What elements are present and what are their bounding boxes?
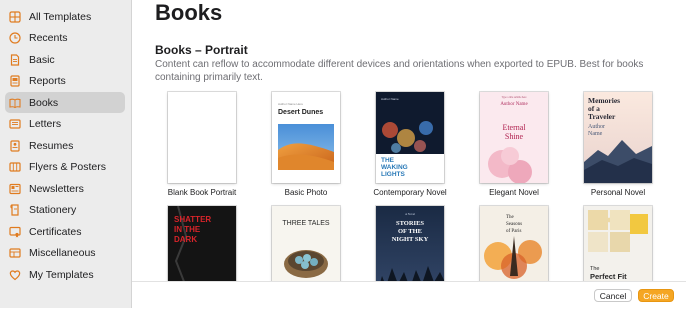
book-icon xyxy=(9,97,21,109)
sidebar-item-letters[interactable]: Letters xyxy=(5,113,125,134)
newsletter-icon xyxy=(9,183,21,195)
sidebar-item-label: All Templates xyxy=(29,10,92,23)
cover-kicker: A Novel xyxy=(405,212,415,216)
sidebar-item-label: Letters xyxy=(29,117,62,130)
template-thumbnail[interactable]: Type a title subtitle here Author Name E… xyxy=(480,92,548,183)
sidebar-item-label: Reports xyxy=(29,74,66,87)
template-label: Elegant Novel xyxy=(489,188,539,197)
cover-title-line: OF THE xyxy=(398,228,422,235)
document-icon xyxy=(9,53,21,66)
stationery-icon xyxy=(9,203,21,216)
cover-title-line: The xyxy=(506,215,515,220)
section-description: Content can reflow to accommodate differ… xyxy=(155,59,644,83)
cover-author: Author Name xyxy=(500,102,528,107)
cover-title-line: of Paris xyxy=(506,229,521,234)
template-thumbnail[interactable]: Memories of a Traveler Author Name xyxy=(584,92,652,183)
cover-title-line: THE xyxy=(381,157,395,164)
cover-title-line: Shine xyxy=(505,132,524,141)
report-icon xyxy=(9,74,21,87)
letter-icon xyxy=(9,118,21,130)
cover-title-line: Perfect Fit xyxy=(590,272,627,281)
sidebar-item-stationery[interactable]: Stationery xyxy=(5,199,125,220)
dialog-footer: Cancel Create xyxy=(132,281,686,309)
resume-icon xyxy=(9,139,21,152)
sidebar-item-recents[interactable]: Recents xyxy=(5,27,125,48)
template-label: Blank Book Portrait xyxy=(167,188,237,197)
template-label: Personal Novel xyxy=(590,188,646,197)
cover-title-line: LIGHTS xyxy=(381,171,405,178)
section-title: Books – Portrait xyxy=(155,43,248,57)
sidebar-item-label: Miscellaneous xyxy=(29,246,96,259)
template-thumbnail[interactable]: Author Name Here Desert Dunes xyxy=(272,92,340,183)
grid-icon xyxy=(9,10,21,23)
create-button[interactable]: Create xyxy=(638,289,674,302)
sidebar-item-books[interactable]: Books xyxy=(5,92,125,113)
template-label: Contemporary Novel xyxy=(373,188,447,197)
sidebar-item-my-templates[interactable]: My Templates xyxy=(5,264,125,285)
cover-caption: Author Name Here xyxy=(278,102,303,106)
cover-title-line: Traveler xyxy=(588,112,616,121)
sidebar-item-resumes[interactable]: Resumes xyxy=(5,135,125,156)
sidebar-item-label: Newsletters xyxy=(29,182,84,195)
cover-title-line: DARK xyxy=(174,235,197,244)
sidebar-item-all-templates[interactable]: All Templates xyxy=(5,6,125,27)
cover-title: THREE TALES xyxy=(282,220,330,227)
cover-title-line: SHATTER xyxy=(174,215,211,224)
heart-icon xyxy=(9,269,21,281)
cover-title-line: WAKING xyxy=(381,164,408,171)
sidebar-item-certificates[interactable]: Certificates xyxy=(5,221,125,242)
template-thumbnail[interactable]: Author Name THE WAKING LIGHTS xyxy=(376,92,444,183)
page-title: Books xyxy=(155,0,223,25)
clock-icon xyxy=(9,31,21,44)
cover-title-line: STORIES xyxy=(396,220,424,227)
cover-title-line: Seasons xyxy=(506,222,522,227)
sidebar-item-label: Basic xyxy=(29,53,55,66)
template-chooser: Books Books – Portrait Content can reflo… xyxy=(132,0,686,308)
sidebar: All Templates Recents Basic Reports Book… xyxy=(0,0,132,308)
cancel-button[interactable]: Cancel xyxy=(594,289,632,302)
misc-icon xyxy=(9,247,21,259)
sidebar-item-reports[interactable]: Reports xyxy=(5,70,125,91)
sidebar-item-label: Recents xyxy=(29,31,68,44)
cover-title-line: Eternal xyxy=(502,123,526,132)
cover-author-line: Name xyxy=(588,131,603,137)
sidebar-item-label: Resumes xyxy=(29,139,74,152)
cover-title-line: NIGHT SKY xyxy=(392,236,429,243)
sidebar-item-flyers-posters[interactable]: Flyers & Posters xyxy=(5,156,125,177)
sidebar-item-miscellaneous[interactable]: Miscellaneous xyxy=(5,242,125,263)
certificate-icon xyxy=(9,226,21,238)
sidebar-item-label: My Templates xyxy=(29,268,94,281)
cover-title: Desert Dunes xyxy=(278,109,323,116)
cover-title-line: IN THE xyxy=(174,225,201,234)
sidebar-item-label: Certificates xyxy=(29,225,82,238)
cover-tagline: Type a title subtitle here xyxy=(501,96,527,99)
sidebar-item-label: Books xyxy=(29,96,59,109)
sidebar-item-newsletters[interactable]: Newsletters xyxy=(5,178,125,199)
template-label: Basic Photo xyxy=(284,188,328,197)
template-thumbnail[interactable] xyxy=(168,92,236,183)
cover-author: Author Name xyxy=(381,97,399,101)
sidebar-item-basic[interactable]: Basic xyxy=(5,49,125,70)
sidebar-item-label: Flyers & Posters xyxy=(29,160,107,173)
flyer-icon xyxy=(9,161,21,173)
cover-author-line: Author xyxy=(588,124,605,130)
sidebar-item-label: Stationery xyxy=(29,203,77,216)
